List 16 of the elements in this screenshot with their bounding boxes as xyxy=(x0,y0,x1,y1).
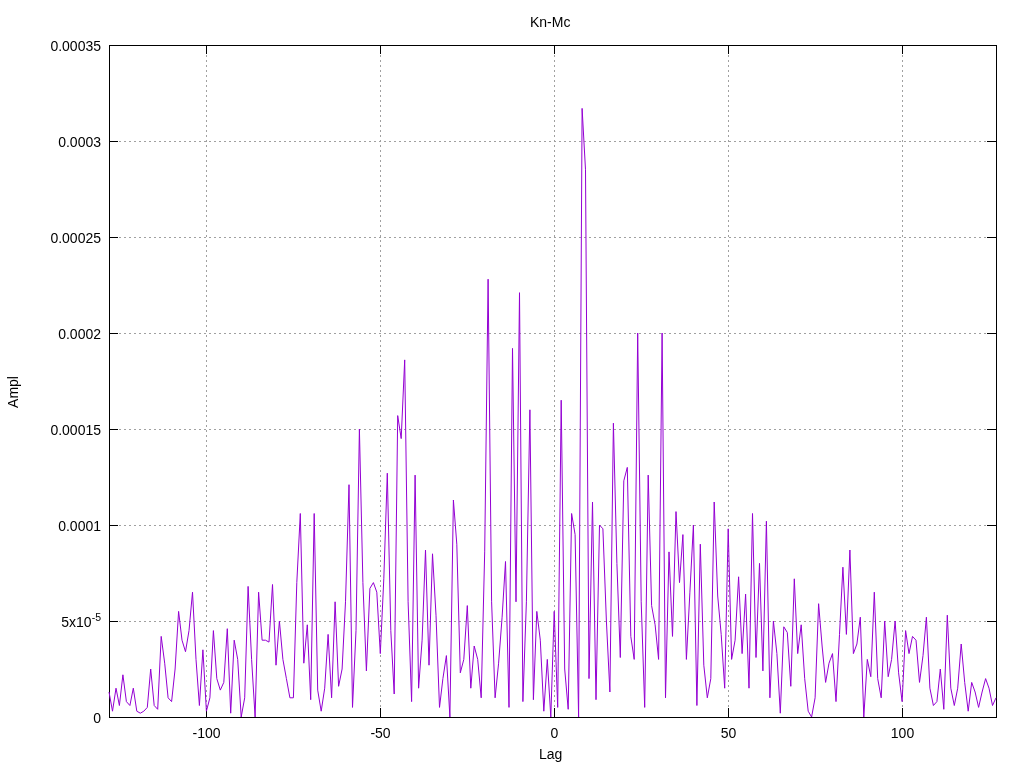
y-tick-label: 0.0003 xyxy=(57,134,101,149)
y-tick-label: 5x10$^{-5}$ xyxy=(60,614,101,629)
x-tick-label: 100 xyxy=(889,726,916,740)
y-tick-label: 0.0001 xyxy=(57,518,101,533)
y-tick-label: 0.00025 xyxy=(49,230,101,245)
x-tick-label: -100 xyxy=(191,726,222,740)
y-tick-label: 0 xyxy=(92,710,101,725)
y-tick-label: 0.00015 xyxy=(49,422,101,437)
x-tick-label: -50 xyxy=(369,726,392,740)
y-tick-label: 0.00035 xyxy=(49,38,101,53)
axis-title: Lag xyxy=(539,747,563,761)
x-tick-label: 50 xyxy=(719,726,738,740)
chart-title: Kn-Mc xyxy=(530,15,571,29)
y-tick-label: 0.0002 xyxy=(57,326,101,341)
axis-title: Ampl xyxy=(5,376,20,408)
x-tick-label: 0 xyxy=(549,726,560,740)
